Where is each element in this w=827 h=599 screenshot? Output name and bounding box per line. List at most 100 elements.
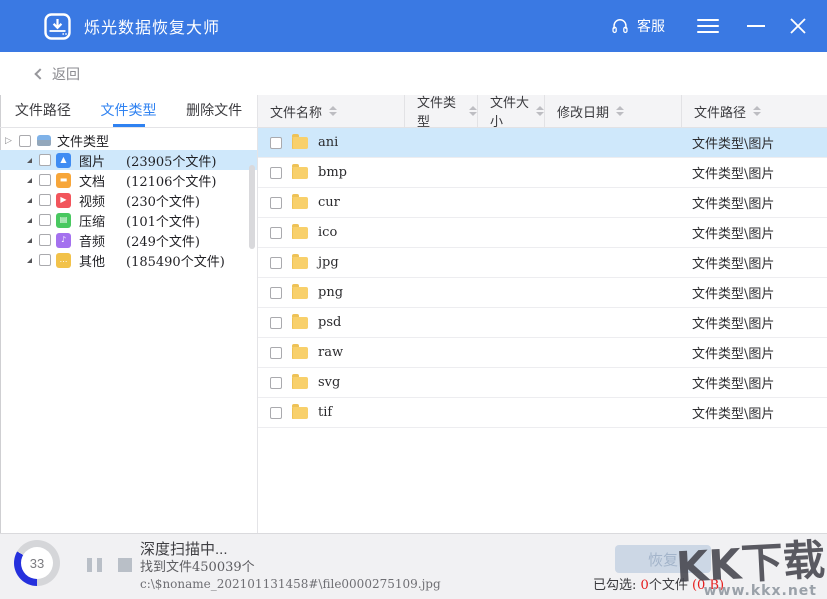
category-name: 视频 bbox=[79, 191, 115, 210]
expander-icon[interactable] bbox=[27, 238, 32, 243]
category-name: 其他 bbox=[79, 251, 115, 270]
row-checkbox[interactable] bbox=[270, 287, 282, 299]
file-type-cell bbox=[405, 368, 478, 397]
table-row[interactable]: bmp 文件类型\图片 bbox=[258, 158, 827, 188]
tree-scrollbar[interactable] bbox=[249, 165, 255, 249]
table-row[interactable]: tif 文件类型\图片 bbox=[258, 398, 827, 428]
row-checkbox[interactable] bbox=[270, 377, 282, 389]
stop-button[interactable] bbox=[118, 558, 132, 572]
expander-icon[interactable] bbox=[27, 178, 32, 183]
tab[interactable]: 文件路径 bbox=[0, 95, 86, 127]
table-row[interactable]: ico 文件类型\图片 bbox=[258, 218, 827, 248]
row-checkbox[interactable] bbox=[270, 197, 282, 209]
file-type-cell bbox=[405, 398, 478, 427]
file-path-cell: 文件类型\图片 bbox=[682, 218, 827, 247]
file-path-cell: 文件类型\图片 bbox=[682, 278, 827, 307]
row-checkbox[interactable] bbox=[270, 227, 282, 239]
modified-date-cell bbox=[545, 278, 682, 307]
row-checkbox[interactable] bbox=[270, 167, 282, 179]
tab-label: 文件路径 bbox=[15, 102, 71, 118]
app-window: 烁光数据恢复大师 客服 返回 bbox=[0, 0, 827, 599]
selected-size: (0 B) bbox=[692, 578, 724, 593]
category-icon: ▬ bbox=[56, 173, 71, 188]
table-row[interactable]: svg 文件类型\图片 bbox=[258, 368, 827, 398]
tab-label: 删除文件 bbox=[186, 102, 242, 118]
folder-icon bbox=[292, 377, 308, 389]
file-size-cell bbox=[478, 128, 545, 157]
file-type-cell bbox=[405, 278, 478, 307]
expander-icon[interactable]: ▷ bbox=[5, 136, 14, 146]
file-size-cell bbox=[478, 158, 545, 187]
category-name: 音频 bbox=[79, 231, 115, 250]
category-count: (249个文件) bbox=[126, 231, 200, 250]
file-type-cell bbox=[405, 158, 478, 187]
header-modified-date[interactable]: 修改日期 bbox=[545, 95, 682, 127]
row-checkbox[interactable] bbox=[270, 347, 282, 359]
table-row[interactable]: ani 文件类型\图片 bbox=[258, 128, 827, 158]
category-checkbox[interactable] bbox=[39, 254, 51, 266]
header-file-path[interactable]: 文件路径 bbox=[682, 95, 827, 127]
table-row[interactable]: jpg 文件类型\图片 bbox=[258, 248, 827, 278]
folder-icon bbox=[292, 347, 308, 359]
modified-date-cell bbox=[545, 368, 682, 397]
tree-item[interactable]: ▶ 视频 (230个文件) bbox=[0, 190, 257, 210]
file-type-cell bbox=[405, 128, 478, 157]
header-file-name[interactable]: 文件名称 bbox=[258, 95, 405, 127]
disk-stack-icon bbox=[37, 135, 51, 146]
header-file-size[interactable]: 文件大小 bbox=[478, 95, 545, 127]
tree-root[interactable]: ▷ 文件类型 bbox=[0, 131, 257, 150]
tree-item[interactable]: ▬ 文档 (12106个文件) bbox=[0, 170, 257, 190]
folder-icon bbox=[292, 197, 308, 209]
expander-icon[interactable] bbox=[27, 258, 32, 263]
scan-progress-ring: 33 bbox=[14, 540, 60, 586]
tree-item[interactable]: ▲ 图片 (23905个文件) bbox=[0, 150, 257, 170]
tree-item[interactable]: ▤ 压缩 (101个文件) bbox=[0, 210, 257, 230]
file-path-cell: 文件类型\图片 bbox=[682, 398, 827, 427]
row-checkbox[interactable] bbox=[270, 257, 282, 269]
table-row[interactable]: raw 文件类型\图片 bbox=[258, 338, 827, 368]
tree-item[interactable]: … 其他 (185490个文件) bbox=[0, 250, 257, 270]
file-table: 文件名称 文件类型 文件大小 修改日期 文件路径 bbox=[258, 95, 827, 533]
table-header: 文件名称 文件类型 文件大小 修改日期 文件路径 bbox=[258, 95, 827, 128]
file-path-cell: 文件类型\图片 bbox=[682, 338, 827, 367]
category-checkbox[interactable] bbox=[39, 234, 51, 246]
row-checkbox[interactable] bbox=[270, 317, 282, 329]
app-logo-icon bbox=[44, 13, 71, 40]
table-row[interactable]: png 文件类型\图片 bbox=[258, 278, 827, 308]
tree-item[interactable]: ♪ 音频 (249个文件) bbox=[0, 230, 257, 250]
table-row[interactable]: cur 文件类型\图片 bbox=[258, 188, 827, 218]
expander-icon[interactable] bbox=[27, 158, 32, 163]
expander-icon[interactable] bbox=[27, 198, 32, 203]
header-file-type[interactable]: 文件类型 bbox=[405, 95, 478, 127]
row-checkbox[interactable] bbox=[270, 137, 282, 149]
file-size-cell bbox=[478, 278, 545, 307]
category-checkbox[interactable] bbox=[39, 154, 51, 166]
file-type-tree: ▷ 文件类型 ▲ 图片 (23905个文件) bbox=[0, 128, 257, 270]
file-type-cell bbox=[405, 218, 478, 247]
table-row[interactable]: psd 文件类型\图片 bbox=[258, 308, 827, 338]
tab[interactable]: 删除文件 bbox=[171, 95, 257, 127]
modified-date-cell bbox=[545, 308, 682, 337]
recover-button[interactable]: 恢复 bbox=[615, 545, 711, 573]
folder-icon bbox=[292, 287, 308, 299]
folder-icon bbox=[292, 407, 308, 419]
pause-button[interactable] bbox=[87, 558, 102, 572]
tree-root-label: 文件类型 bbox=[57, 131, 109, 150]
category-checkbox[interactable] bbox=[39, 174, 51, 186]
file-size-cell bbox=[478, 398, 545, 427]
file-size-cell bbox=[478, 368, 545, 397]
root-checkbox[interactable] bbox=[19, 135, 31, 147]
minimize-button[interactable] bbox=[747, 17, 767, 35]
close-button[interactable] bbox=[789, 17, 807, 35]
customer-service-button[interactable]: 客服 bbox=[610, 16, 665, 36]
row-checkbox[interactable] bbox=[270, 407, 282, 419]
back-button[interactable]: 返回 bbox=[36, 64, 80, 84]
modified-date-cell bbox=[545, 158, 682, 187]
tab[interactable]: 文件类型 bbox=[86, 95, 172, 127]
app-title: 烁光数据恢复大师 bbox=[84, 14, 220, 38]
menu-button[interactable] bbox=[695, 15, 721, 37]
category-count: (185490个文件) bbox=[126, 251, 225, 270]
category-checkbox[interactable] bbox=[39, 194, 51, 206]
category-checkbox[interactable] bbox=[39, 214, 51, 226]
expander-icon[interactable] bbox=[27, 218, 32, 223]
